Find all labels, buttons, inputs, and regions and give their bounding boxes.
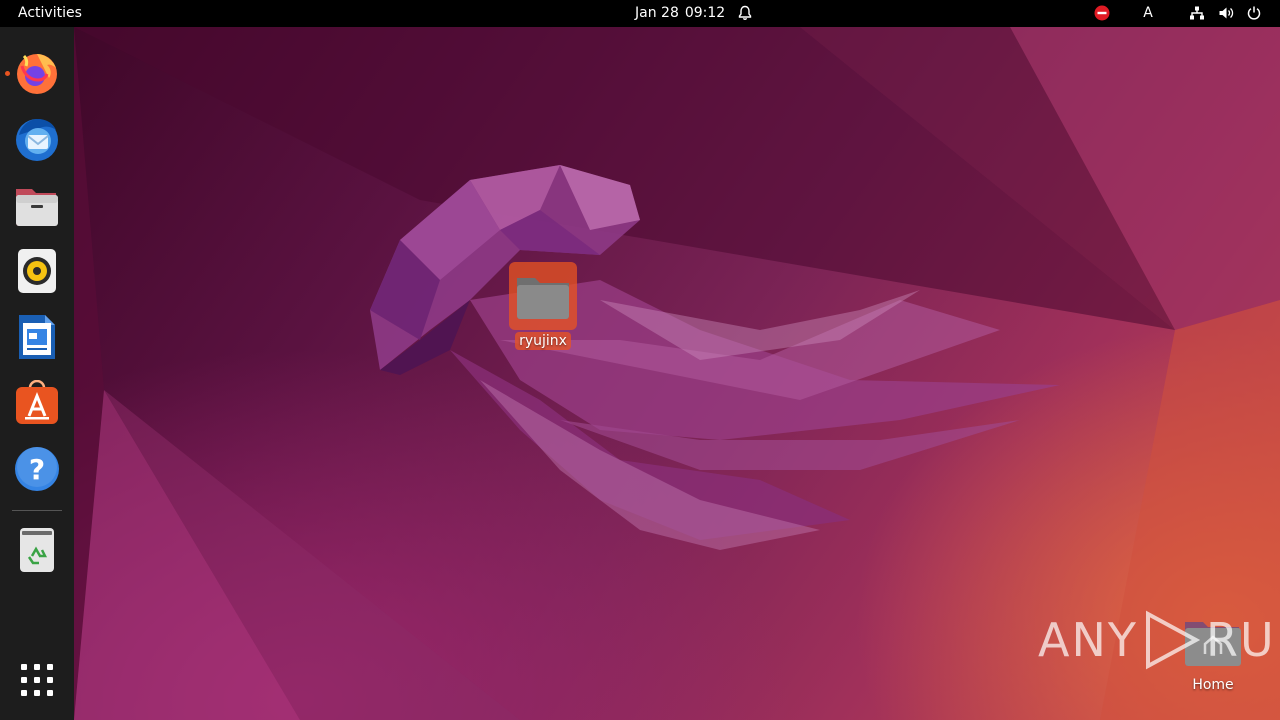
desktop-icon-label: ryujinx (515, 332, 571, 350)
dock-show-applications[interactable] (12, 655, 62, 705)
svg-text:?: ? (29, 453, 45, 486)
desktop-icon-label: Home (1192, 677, 1234, 693)
dock-firefox[interactable] (12, 48, 62, 98)
thunderbird-icon (16, 119, 58, 161)
software-icon (16, 380, 58, 424)
date-label: Jan 28 (635, 5, 679, 21)
play-logo-icon (1145, 610, 1201, 670)
watermark-text-left: ANY (1038, 613, 1138, 667)
network-icon[interactable] (1188, 4, 1206, 22)
rhythmbox-icon (18, 249, 56, 293)
power-icon[interactable] (1245, 4, 1263, 22)
time-label: 09:12 (684, 5, 726, 21)
do-not-disturb-icon[interactable] (1093, 4, 1111, 22)
notification-bell-icon[interactable] (736, 4, 754, 22)
watermark-text-right: RUN (1205, 613, 1280, 667)
volume-icon[interactable] (1217, 4, 1235, 22)
trash-icon (20, 528, 54, 572)
clock-button[interactable]: Jan 28 09:12 (635, 5, 731, 21)
dock-trash[interactable] (12, 525, 62, 575)
writer-icon (19, 315, 55, 359)
dock-rhythmbox[interactable] (12, 246, 62, 296)
dock: ? (0, 27, 74, 720)
running-indicator (5, 71, 10, 76)
dock-libreoffice-writer[interactable] (12, 312, 62, 362)
input-source-indicator[interactable]: A (1139, 4, 1157, 22)
top-bar: Activities Jan 28 09:12 A (0, 0, 1280, 27)
dock-thunderbird[interactable] (12, 114, 62, 164)
folder-icon (509, 262, 577, 330)
files-icon (16, 189, 58, 226)
help-icon: ? (15, 447, 59, 491)
dock-help[interactable]: ? (12, 444, 62, 494)
desktop-icon-ryujinx[interactable]: ryujinx (509, 262, 577, 350)
dock-files[interactable] (12, 181, 62, 231)
app-grid-icon (21, 664, 53, 696)
firefox-icon (17, 54, 57, 94)
activities-button[interactable]: Activities (18, 5, 82, 21)
anyrun-watermark: ANY RUN (1038, 608, 1280, 672)
dock-separator (12, 510, 62, 511)
dock-ubuntu-software[interactable] (12, 378, 62, 428)
